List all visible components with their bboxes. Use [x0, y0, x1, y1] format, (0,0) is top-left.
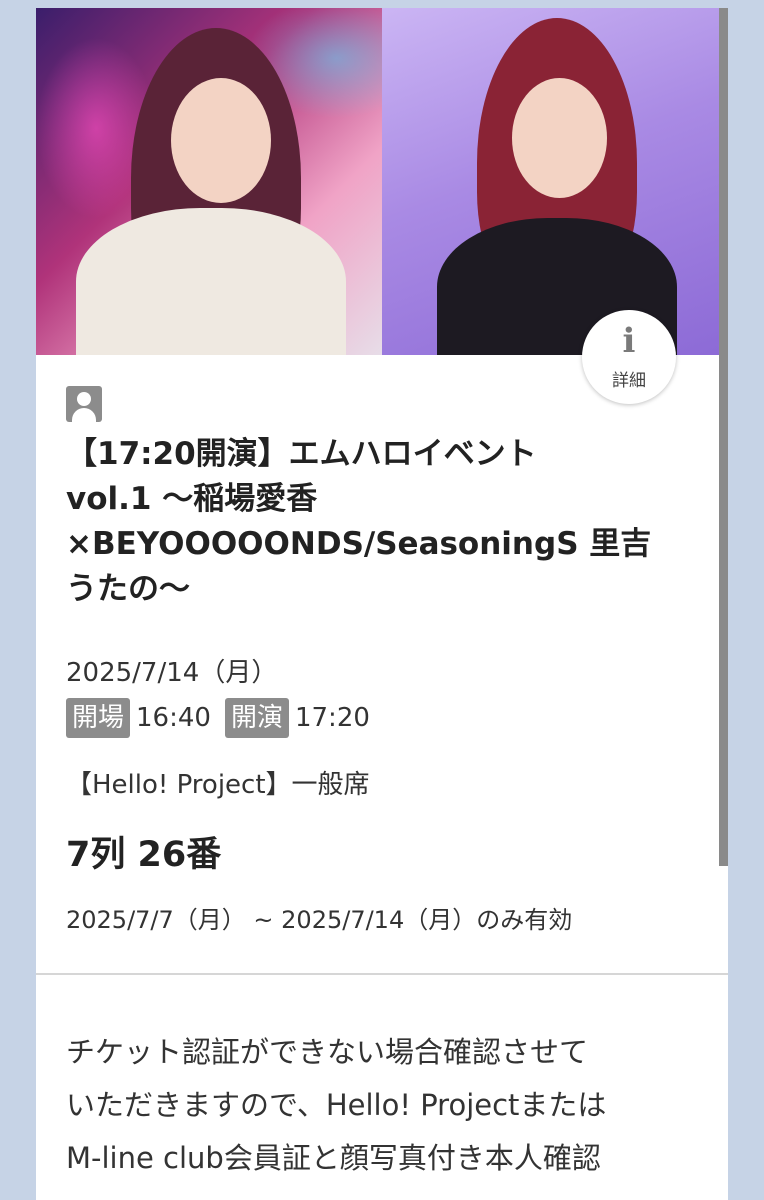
notice-text: チケット認証ができない場合確認させて いただきますので、Hello! Proje…: [66, 1026, 706, 1185]
validity-period: 2025/7/7（月） ~ 2025/7/14（月）のみ有効: [66, 906, 573, 934]
person-icon: [66, 386, 102, 422]
notice-line: チケット認証ができない場合確認させて: [66, 1035, 589, 1069]
open-time: 16:40: [136, 703, 211, 733]
open-badge: 開場: [66, 698, 131, 738]
seat-number: 7列 26番: [66, 835, 222, 875]
event-times: 開場 16:40 開演 17:20: [66, 698, 384, 738]
event-date: 2025/7/14（月）: [66, 658, 278, 688]
detail-button[interactable]: i 詳細: [582, 310, 676, 404]
hero-photos: [36, 8, 728, 355]
info-icon: i: [622, 321, 636, 361]
notice-line: M-line club会員証と顔写真付き本人確認: [66, 1141, 601, 1175]
ticket-card: i 詳細 【17:20開演】エムハロイベント vol.1 〜稲場愛香 ×BEYO…: [36, 8, 728, 1200]
artist-photo-right: [382, 8, 728, 355]
seat-type: 【Hello! Project】一般席: [66, 770, 370, 800]
scrollbar[interactable]: [719, 8, 728, 866]
divider: [36, 973, 728, 975]
start-badge: 開演: [224, 698, 289, 738]
event-title-line: うたの〜: [66, 571, 190, 607]
event-title-line: ×BEYOOOOONDS/SeasoningS 里吉: [66, 526, 652, 562]
event-title-line: 【17:20開演】エムハロイベント: [66, 436, 537, 472]
detail-label: 詳細: [612, 371, 646, 391]
event-title: 【17:20開演】エムハロイベント vol.1 〜稲場愛香 ×BEYOOOOON…: [66, 432, 706, 612]
event-title-line: vol.1 〜稲場愛香: [66, 481, 318, 517]
start-time: 17:20: [294, 703, 370, 733]
artist-photo-left: [36, 8, 382, 355]
notice-line: いただきますので、Hello! Projectまたは: [66, 1088, 607, 1122]
